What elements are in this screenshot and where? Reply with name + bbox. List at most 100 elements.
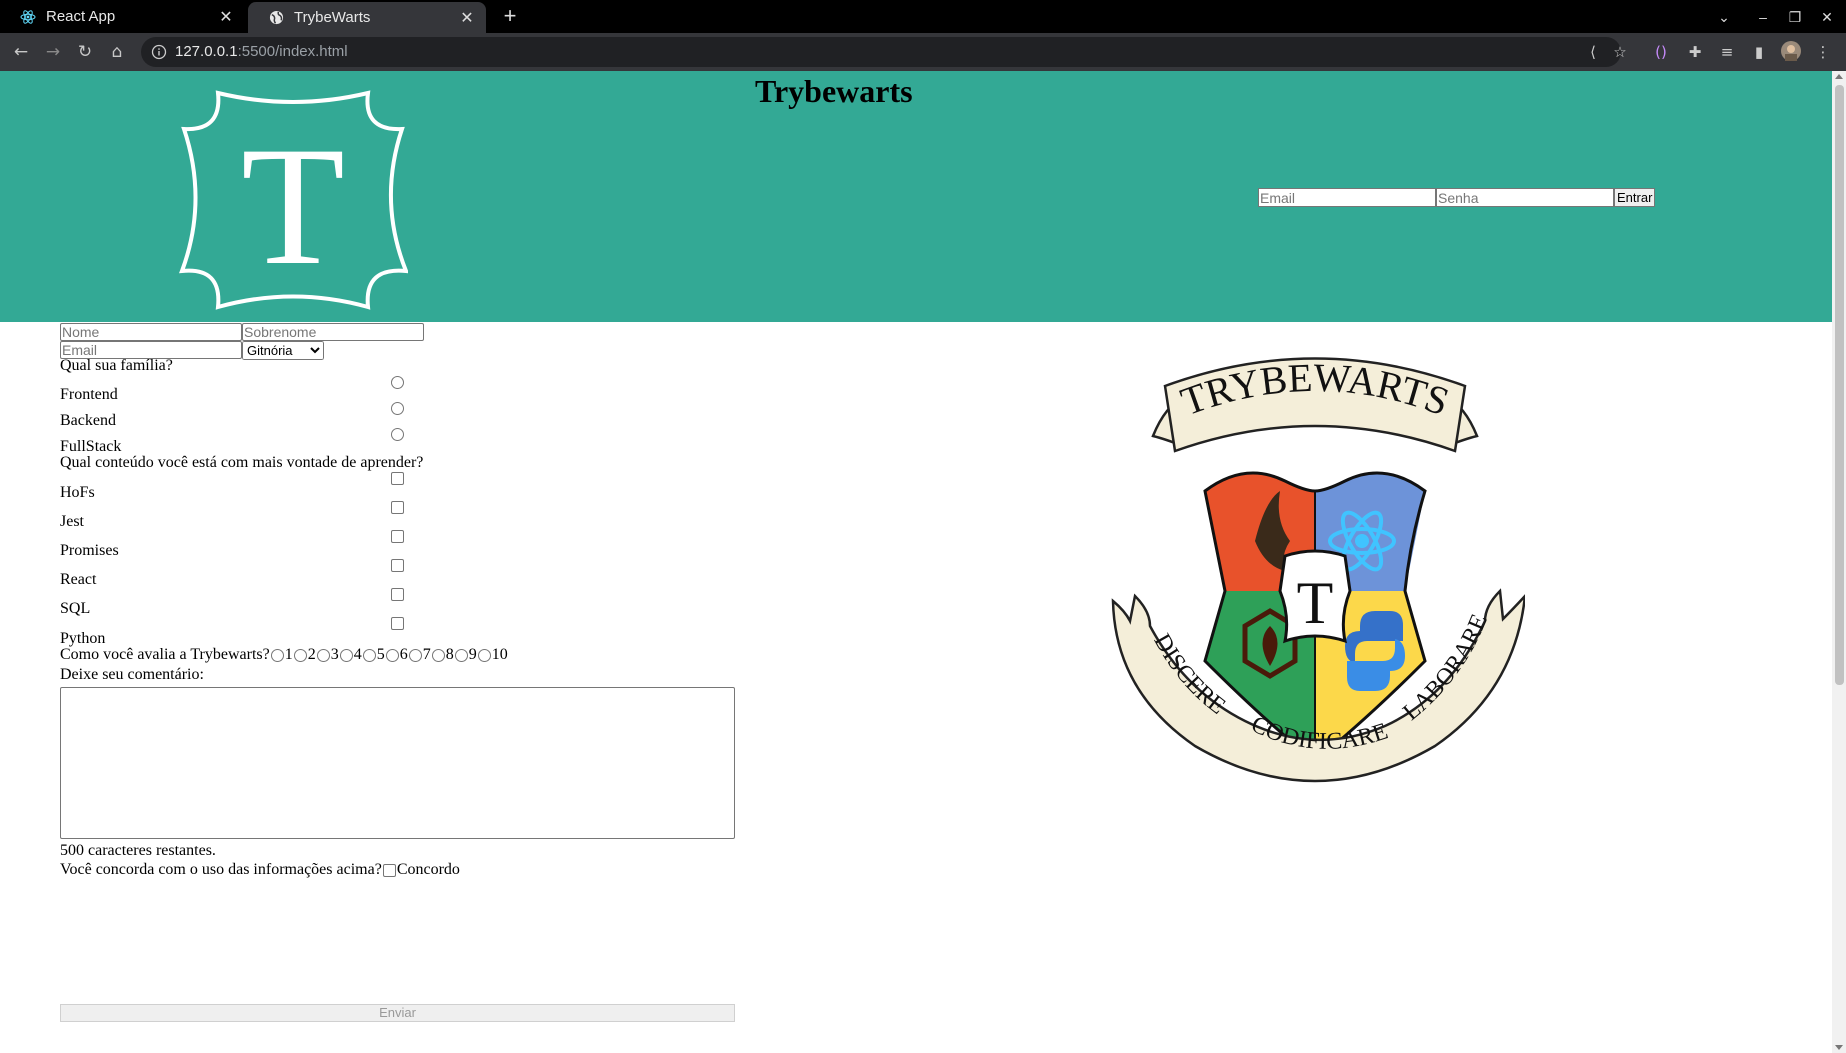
- first-name-input[interactable]: [60, 323, 242, 341]
- submit-button[interactable]: Enviar: [60, 1004, 735, 1022]
- rating-label: 3: [330, 646, 339, 663]
- forward-icon[interactable]: →: [42, 41, 64, 63]
- content-label-jest: Jest: [60, 513, 84, 530]
- family-radio-fullstack[interactable]: [391, 428, 404, 441]
- agreement-checkbox[interactable]: [382, 863, 396, 877]
- login-email-input[interactable]: [1258, 188, 1436, 207]
- rating-option-9[interactable]: 9: [454, 646, 477, 664]
- content-checkbox-python[interactable]: [391, 617, 404, 630]
- close-tab-icon[interactable]: ✕: [458, 9, 476, 27]
- minimize-icon[interactable]: –: [1752, 6, 1774, 28]
- rating-radio[interactable]: [431, 648, 445, 662]
- rating-option-10[interactable]: 10: [477, 646, 508, 664]
- page-scrollbar[interactable]: [1832, 71, 1846, 1053]
- browser-tab-trybewarts[interactable]: TrybeWarts ✕: [248, 2, 486, 33]
- rating-option-6[interactable]: 6: [385, 646, 408, 664]
- menu-icon[interactable]: ⋮: [1812, 41, 1834, 63]
- house-select[interactable]: Gitnória: [242, 341, 324, 360]
- family-radio-backend[interactable]: [391, 402, 404, 415]
- rating-radio[interactable]: [339, 648, 353, 662]
- scroll-thumb[interactable]: [1835, 85, 1844, 685]
- content-label-react: React: [60, 571, 97, 588]
- rating-label: 2: [307, 646, 316, 663]
- restore-icon[interactable]: ❐: [1784, 6, 1806, 28]
- rating-radio[interactable]: [316, 648, 330, 662]
- rating-radio[interactable]: [408, 648, 422, 662]
- browser-tab-react-app[interactable]: React App ✕: [0, 0, 245, 33]
- content-label-promises: Promises: [60, 542, 119, 559]
- rating-option-3[interactable]: 3: [316, 646, 339, 664]
- rating-radio[interactable]: [293, 648, 307, 662]
- rating-group: Como você avalia a Trybewarts? 1 2 3 4 5…: [60, 646, 508, 664]
- scroll-up-icon[interactable]: [1835, 74, 1843, 79]
- puzzle-icon[interactable]: ✚: [1684, 41, 1706, 63]
- share-icon[interactable]: ⟨: [1582, 41, 1604, 63]
- side-panel-icon[interactable]: ▮: [1748, 41, 1770, 63]
- content-checkbox-hofs[interactable]: [391, 472, 404, 485]
- rating-label: 5: [376, 646, 385, 663]
- rating-option-4[interactable]: 4: [339, 646, 362, 664]
- back-icon[interactable]: ←: [10, 41, 32, 63]
- rating-label: 9: [468, 646, 477, 663]
- tab-title: React App: [46, 8, 116, 25]
- close-window-icon[interactable]: ✕: [1816, 6, 1838, 28]
- family-radio-frontend[interactable]: [391, 376, 404, 389]
- family-label-frontend: Frontend: [60, 386, 118, 403]
- reading-list-icon[interactable]: ≡: [1716, 41, 1738, 63]
- rating-option-2[interactable]: 2: [293, 646, 316, 664]
- crest-letter: T: [1297, 570, 1334, 636]
- rating-radio[interactable]: [477, 648, 491, 662]
- rating-option-7[interactable]: 7: [408, 646, 431, 664]
- rating-label: 8: [445, 646, 454, 663]
- rating-option-8[interactable]: 8: [431, 646, 454, 664]
- last-name-input[interactable]: [242, 323, 424, 341]
- login-button[interactable]: Entrar: [1614, 188, 1656, 207]
- extension-icon[interactable]: (): [1650, 41, 1672, 63]
- content-checkbox-jest[interactable]: [391, 501, 404, 514]
- rating-option-1[interactable]: 1: [270, 646, 293, 664]
- agreement-question: Você concorda com o uso das informações …: [60, 861, 382, 878]
- trybewarts-crest: TRYBEWARTS T DISCERE CODIFICARE LABORARE: [1111, 355, 1525, 783]
- rating-label: 6: [399, 646, 408, 663]
- rating-radio[interactable]: [385, 648, 399, 662]
- rating-radio[interactable]: [270, 648, 284, 662]
- site-info-icon[interactable]: [151, 44, 167, 60]
- react-icon: [20, 9, 36, 25]
- browser-tab-bar: React App ✕ TrybeWarts ✕ + ⌄ – ❐ ✕: [0, 0, 1846, 33]
- rating-label: 1: [284, 646, 293, 663]
- url-path: :5500/index.html: [237, 43, 348, 60]
- close-tab-icon[interactable]: ✕: [217, 8, 235, 26]
- rating-label: 10: [491, 646, 508, 663]
- url-text: 127.0.0.1:5500/index.html: [175, 37, 348, 67]
- rating-label: 7: [422, 646, 431, 663]
- family-label-backend: Backend: [60, 412, 116, 429]
- bookmark-star-icon[interactable]: ☆: [1609, 41, 1631, 63]
- tab-title: TrybeWarts: [294, 9, 371, 26]
- comment-textarea[interactable]: [60, 687, 735, 839]
- content-label-hofs: HoFs: [60, 484, 95, 501]
- logo-letter: T: [241, 112, 345, 300]
- reload-icon[interactable]: ↻: [74, 41, 96, 63]
- page-title: Trybewarts: [755, 73, 913, 109]
- new-tab-icon[interactable]: +: [498, 4, 522, 28]
- home-icon[interactable]: ⌂: [106, 41, 128, 63]
- page-viewport: T Trybewarts Entrar Gitnória Qual sua fa…: [0, 71, 1846, 1053]
- content-label-sql: SQL: [60, 600, 91, 617]
- character-counter: 500 caracteres restantes.: [60, 842, 216, 859]
- rating-label: 4: [353, 646, 362, 663]
- login-password-input[interactable]: [1436, 188, 1614, 207]
- content-checkbox-react[interactable]: [391, 559, 404, 572]
- content-checkbox-promises[interactable]: [391, 530, 404, 543]
- rating-option-5[interactable]: 5: [362, 646, 385, 664]
- rating-question: Como você avalia a Trybewarts?: [60, 646, 270, 663]
- address-bar[interactable]: 127.0.0.1:5500/index.html ⟨ ☆: [141, 37, 1627, 67]
- avatar[interactable]: [1780, 41, 1802, 63]
- rating-radio[interactable]: [362, 648, 376, 662]
- agreement-label: Concordo: [396, 861, 460, 878]
- tab-search-icon[interactable]: ⌄: [1713, 6, 1735, 28]
- scroll-down-icon[interactable]: [1835, 1045, 1843, 1050]
- rating-radio[interactable]: [454, 648, 468, 662]
- comment-label: Deixe seu comentário:: [60, 666, 204, 683]
- page-header: T Trybewarts Entrar: [0, 71, 1832, 322]
- content-checkbox-sql[interactable]: [391, 588, 404, 601]
